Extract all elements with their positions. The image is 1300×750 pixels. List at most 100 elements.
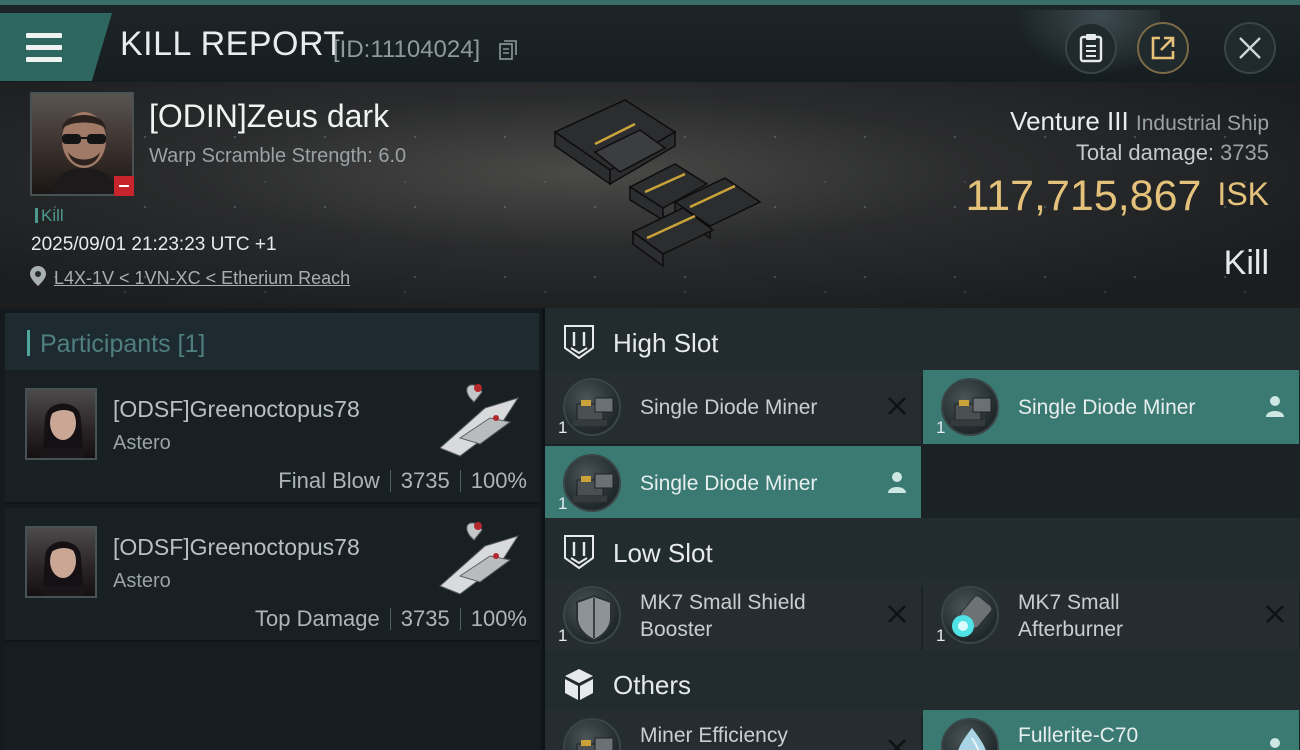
isk-unit: ISK: [1217, 176, 1269, 212]
stat-divider: [389, 470, 391, 492]
high-slot-title: High Slot: [613, 328, 719, 358]
high-slot-header: High Slot: [545, 308, 1300, 376]
total-damage: Total damage: 3735: [1076, 140, 1269, 166]
stat-divider: [389, 608, 391, 630]
destroyed-x-icon: [888, 397, 906, 415]
item-quantity: 1: [558, 494, 568, 513]
miner-upgrade-icon: [563, 718, 621, 750]
participant-damage: 3735: [400, 468, 450, 493]
close-button[interactable]: [1224, 22, 1276, 74]
kill-datetime: 2025/09/01 21:23:23 UTC +1: [31, 234, 277, 255]
participant-stats: Final Blow 3735 100%: [278, 468, 527, 494]
stat-divider: [459, 470, 461, 492]
page-title: KILL REPORT: [120, 25, 345, 63]
ship-name-text: Venture III: [1010, 106, 1129, 136]
destroyed-x-icon: [888, 605, 906, 623]
isk-amount: 117,715,867: [965, 172, 1202, 220]
high-slot-item[interactable]: 1 Single Diode Miner: [923, 370, 1299, 444]
participants-title: Participants [1]: [27, 330, 205, 359]
item-name-line-1: MK7 Small Shield: [640, 591, 806, 614]
victim-ship-image[interactable]: [535, 92, 775, 292]
participant-avatar-image: [41, 541, 85, 596]
item-quantity: 1: [936, 418, 946, 437]
header-bar: KILL REPORT [ID:11104024]: [0, 5, 1300, 82]
low-slot-header: Low Slot: [545, 518, 1300, 586]
participants-empty-area: [5, 646, 539, 750]
stat-divider: [459, 608, 461, 630]
shield-booster-icon: [563, 586, 621, 644]
warp-scramble-strength: Warp Scramble Strength: 6.0: [149, 145, 407, 167]
ship-class-text: Industrial Ship: [1135, 112, 1269, 135]
participant-ship: Astero: [113, 570, 171, 592]
miner-module-icon: [563, 454, 621, 512]
fullerite-gas-icon: [941, 718, 999, 750]
others-title: Others: [613, 670, 692, 700]
low-slot-item[interactable]: 1 MK7 Small Afterburner: [923, 578, 1299, 652]
victim-name[interactable]: [ODIN]Zeus dark: [149, 98, 389, 135]
report-id: [ID:11104024]: [333, 36, 481, 63]
victim-ship-name[interactable]: Venture III Industrial Ship: [1010, 106, 1269, 137]
item-name: Fullerite-C70: [1018, 724, 1139, 747]
participants-header: Participants [1]: [5, 313, 539, 373]
low-slot-icon: [564, 535, 594, 570]
participant-row[interactable]: [ODSF]Greenoctopus78 Astero Final Blow 37…: [5, 370, 539, 504]
participant-row[interactable]: [ODSF]Greenoctopus78 Astero Top Damage 37…: [5, 508, 539, 642]
item-name-line-1: MK7 Small: [1018, 591, 1120, 614]
participant-damage: 3735: [400, 606, 450, 631]
destroyed-x-icon: [1266, 605, 1284, 623]
total-damage-value: 3735: [1220, 140, 1269, 165]
isk-value: 117,715,867 ISK: [965, 172, 1269, 221]
item-name-line-2: Booster: [640, 618, 713, 641]
participant-ship: Astero: [113, 432, 171, 454]
clipboard-button[interactable]: [1065, 22, 1117, 74]
kill-tag: Kill: [35, 206, 64, 226]
participant-avatar-image: [41, 403, 85, 458]
participant-ship-image[interactable]: [430, 516, 525, 598]
others-item[interactable]: Miner Efficiency: [545, 710, 921, 750]
item-quantity: 1: [936, 626, 946, 645]
share-button[interactable]: [1137, 22, 1189, 74]
item-name: Single Diode Miner: [1018, 396, 1196, 419]
dropped-person-icon: [1266, 396, 1284, 417]
dropped-person-icon: [1270, 738, 1280, 748]
dropped-person-icon: [888, 472, 906, 493]
participant-avatar[interactable]: [25, 388, 97, 460]
menu-tab[interactable]: [0, 13, 112, 81]
low-slot-title: Low Slot: [613, 538, 713, 568]
close-icon: [1239, 37, 1261, 59]
item-name: Miner Efficiency: [640, 724, 788, 747]
total-damage-label: Total damage:: [1075, 140, 1215, 165]
hamburger-menu-icon[interactable]: [26, 33, 62, 63]
kill-location-link[interactable]: L4X-1V < 1VN-XC < Etherium Reach: [54, 268, 350, 289]
participants-panel: Participants [1] [ODSF]Greenoctopus78 As…: [0, 308, 542, 750]
miner-module-icon: [941, 378, 999, 436]
copy-icon[interactable]: [499, 40, 517, 60]
cargo-box-icon: [565, 669, 593, 700]
others-item[interactable]: Fullerite-C70: [923, 710, 1299, 750]
high-slot-item[interactable]: 1 Single Diode Miner: [545, 370, 921, 444]
item-name-line-2: Afterburner: [1018, 618, 1124, 641]
participant-name[interactable]: [ODSF]Greenoctopus78: [113, 534, 360, 561]
item-name: MK7 Small Shield Booster: [640, 589, 806, 643]
participant-ship-image[interactable]: [430, 378, 525, 460]
destroyed-x-icon: [888, 739, 906, 750]
security-status-badge: [114, 176, 134, 196]
participant-name[interactable]: [ODSF]Greenoctopus78: [113, 396, 360, 423]
afterburner-icon: [941, 586, 999, 644]
fitting-panel: High Slot 1 Single Diode Miner 1 Single …: [545, 308, 1300, 750]
kill-result: Kill: [1223, 244, 1269, 282]
item-name: Single Diode Miner: [640, 472, 818, 495]
low-slot-item[interactable]: 1 MK7 Small Shield Booster: [545, 578, 921, 652]
item-name: MK7 Small Afterburner: [1018, 589, 1123, 643]
clipboard-icon: [1079, 34, 1103, 63]
location-pin-icon: [30, 266, 46, 286]
others-header: Others: [545, 650, 1300, 718]
participant-avatar[interactable]: [25, 526, 97, 598]
high-slot-icon: [564, 325, 594, 360]
high-slot-item[interactable]: 1 Single Diode Miner: [545, 446, 921, 520]
item-name: Single Diode Miner: [640, 396, 818, 419]
participant-percent: 100%: [470, 606, 527, 631]
item-quantity: 1: [558, 626, 568, 645]
victim-banner: Kill [ODIN]Zeus dark Warp Scramble Stren…: [0, 82, 1300, 308]
participant-role: Top Damage: [255, 606, 380, 631]
